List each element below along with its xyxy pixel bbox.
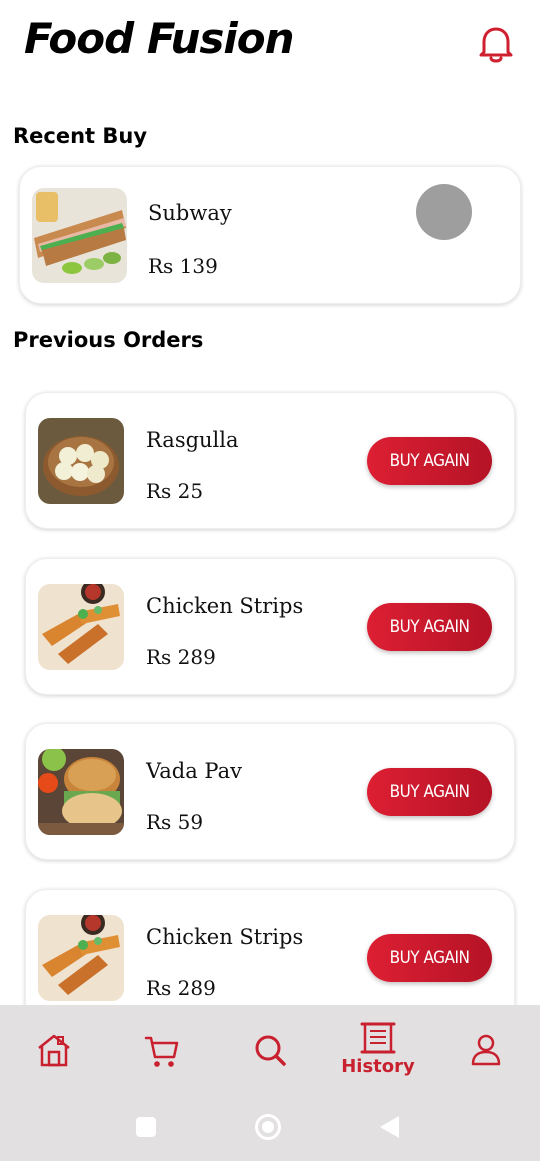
recent-apps-button[interactable] <box>136 1117 156 1137</box>
rasgulla-image <box>38 418 124 504</box>
order-card[interactable]: Chicken Strips Rs 289 BUY AGAIN <box>25 558 515 695</box>
order-name: Chicken Strips <box>146 594 304 618</box>
chicken-strips-image <box>38 584 124 670</box>
app-title: Food Fusion <box>24 14 295 63</box>
order-price: Rs 289 <box>146 645 216 669</box>
recent-item-price: Rs 139 <box>148 254 218 278</box>
order-name: Rasgulla <box>146 428 239 452</box>
cart-icon[interactable] <box>140 1028 184 1072</box>
home-button[interactable] <box>255 1114 281 1140</box>
toggle-circle[interactable] <box>416 184 472 240</box>
search-icon[interactable] <box>248 1028 292 1072</box>
order-price: Rs 289 <box>146 976 216 1000</box>
back-button[interactable] <box>380 1116 399 1138</box>
subway-image <box>32 188 127 283</box>
bell-icon[interactable] <box>474 22 518 66</box>
order-name: Chicken Strips <box>146 925 304 949</box>
buy-again-button[interactable]: BUY AGAIN <box>367 934 492 982</box>
home-icon[interactable] <box>32 1028 76 1072</box>
history-label[interactable]: History <box>335 1056 421 1077</box>
buy-again-button[interactable]: BUY AGAIN <box>367 603 492 651</box>
previous-orders-title: Previous Orders <box>13 328 204 352</box>
recent-buy-title: Recent Buy <box>13 124 148 148</box>
vada-pav-image <box>38 749 124 835</box>
order-price: Rs 25 <box>146 479 204 503</box>
buy-again-button[interactable]: BUY AGAIN <box>367 768 492 816</box>
recent-item-name: Subway <box>148 201 232 225</box>
order-price: Rs 59 <box>146 810 204 834</box>
order-card[interactable]: Vada Pav Rs 59 BUY AGAIN <box>25 723 515 860</box>
chicken-strips-image <box>38 915 124 1001</box>
profile-icon[interactable] <box>464 1028 508 1072</box>
order-card[interactable]: Rasgulla Rs 25 BUY AGAIN <box>25 392 515 529</box>
order-name: Vada Pav <box>146 759 242 783</box>
history-icon[interactable] <box>356 1016 400 1060</box>
buy-again-button[interactable]: BUY AGAIN <box>367 437 492 485</box>
recent-buy-card[interactable]: Subway Rs 139 <box>19 166 521 304</box>
